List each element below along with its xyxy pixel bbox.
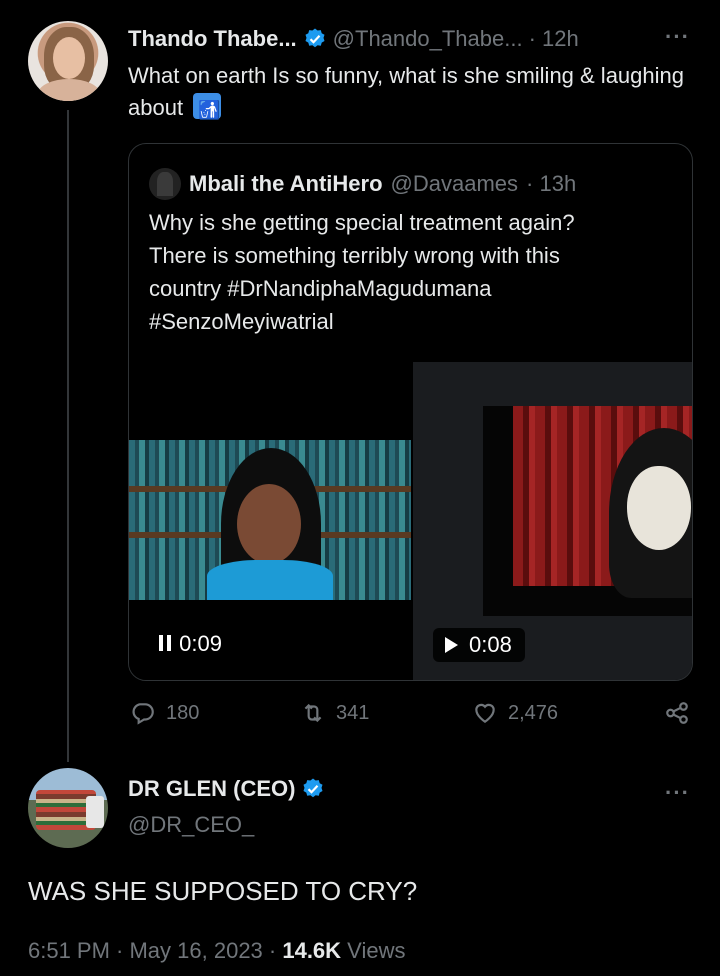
video-player-2[interactable]: 0:08 bbox=[413, 362, 692, 680]
author-handle[interactable]: @Thando_Thabe... bbox=[333, 26, 523, 52]
verified-badge-icon bbox=[305, 28, 325, 48]
video-2-controls[interactable]: 0:08 bbox=[433, 628, 525, 662]
like-count: 2,476 bbox=[508, 701, 559, 724]
quoted-tweet-time: · 13h bbox=[526, 171, 577, 196]
quoted-author-handle: @Davaames bbox=[390, 171, 519, 196]
views-label: Views bbox=[341, 938, 406, 963]
video-1-duration: 0:09 bbox=[179, 631, 222, 656]
share-icon bbox=[666, 702, 688, 724]
share-button[interactable] bbox=[664, 700, 690, 726]
quoted-tweet-header: Mbali the AntiHero @Davaames · 13h bbox=[149, 168, 576, 200]
heart-icon bbox=[475, 703, 495, 723]
reply-author-name[interactable]: DR GLEN (CEO) bbox=[128, 776, 295, 802]
reply-author-avatar[interactable] bbox=[28, 768, 108, 848]
more-options-icon[interactable]: ··· bbox=[665, 24, 690, 50]
verified-badge-icon bbox=[303, 778, 323, 798]
reply-timestamp[interactable]: 6:51 PM · May 16, 2023 · bbox=[28, 938, 282, 963]
quoted-tweet[interactable]: Mbali the AntiHero @Davaames · 13h Why i… bbox=[128, 143, 693, 681]
quoted-text-line: #SenzoMeyiwatrial bbox=[149, 309, 334, 334]
video-thumbnail bbox=[627, 466, 691, 550]
reply-author-header: DR GLEN (CEO) bbox=[128, 776, 325, 802]
quoted-author-avatar bbox=[149, 168, 181, 200]
retweet-icon bbox=[304, 703, 322, 723]
reply-metadata: 6:51 PM · May 16, 2023 · 14.6K Views bbox=[28, 938, 405, 964]
quoted-text-line: There is something terribly wrong with t… bbox=[149, 243, 560, 268]
quoted-text-line: Why is she getting special treatment aga… bbox=[149, 210, 575, 235]
litter-bin-emoji-icon: 🚮 bbox=[193, 93, 222, 120]
video-2-duration: 0:08 bbox=[469, 632, 512, 657]
reply-author-handle[interactable]: @DR_CEO_ bbox=[128, 812, 254, 838]
reply-text: WAS SHE SUPPOSED TO CRY? bbox=[28, 876, 418, 906]
video-player-1[interactable]: 0:09 bbox=[129, 440, 411, 680]
more-options-icon[interactable]: ··· bbox=[665, 780, 690, 806]
quoted-text-line: country #DrNandiphaMagudumana bbox=[149, 276, 492, 301]
author-avatar[interactable] bbox=[28, 21, 108, 101]
reply-count: 180 bbox=[166, 701, 200, 724]
like-button[interactable]: 2,476 bbox=[472, 700, 558, 726]
tweet-text: What on earth Is so funny, what is she s… bbox=[128, 60, 688, 124]
tweet-time[interactable]: · 12h bbox=[529, 26, 579, 52]
pause-icon[interactable] bbox=[157, 633, 173, 653]
video-1-controls[interactable]: 0:09 bbox=[157, 631, 222, 657]
reply-icon bbox=[132, 703, 154, 725]
reply-button[interactable]: 180 bbox=[130, 700, 199, 726]
play-icon[interactable] bbox=[443, 636, 459, 654]
tweet-action-bar: 180 341 2,476 bbox=[128, 700, 693, 732]
tweet-header: Thando Thabe... @Thando_Thabe... · 12h bbox=[128, 24, 579, 54]
author-name[interactable]: Thando Thabe... bbox=[128, 26, 297, 52]
quoted-author-name: Mbali the AntiHero bbox=[189, 171, 383, 196]
retweet-button[interactable]: 341 bbox=[300, 700, 369, 726]
retweet-count: 341 bbox=[336, 701, 370, 724]
quoted-tweet-text: Why is she getting special treatment aga… bbox=[149, 206, 679, 338]
thread-connector-line bbox=[67, 110, 69, 762]
views-count: 14.6K bbox=[282, 938, 342, 963]
